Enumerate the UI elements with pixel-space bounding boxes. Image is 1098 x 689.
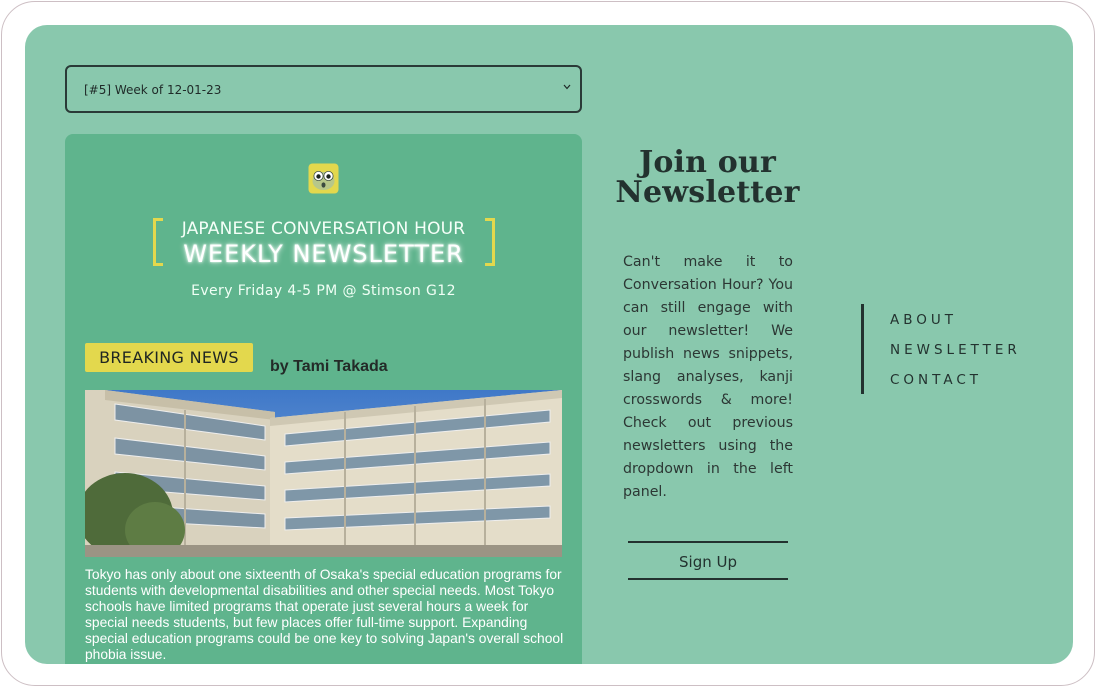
meeting-schedule: Every Friday 4-5 PM @ Stimson G12 bbox=[191, 283, 456, 299]
frog-mascot-icon bbox=[308, 163, 339, 194]
chevron-down-icon bbox=[563, 84, 571, 90]
sign-up-label: Sign Up bbox=[679, 553, 737, 571]
app-container: [#5] Week of 12-01-23 JAPANESE CONVERSAT… bbox=[25, 25, 1073, 664]
breaking-news-label: BREAKING NEWS bbox=[99, 348, 239, 367]
nav-about[interactable]: ABOUT bbox=[890, 312, 957, 328]
breaking-news-badge: BREAKING NEWS bbox=[85, 343, 253, 372]
newsletter-card: JAPANESE CONVERSATION HOUR WEEKLY NEWSLE… bbox=[65, 134, 582, 664]
join-description: Can't make it to Conversation Hour? You … bbox=[623, 254, 793, 500]
issue-dropdown-value: [#5] Week of 12-01-23 bbox=[84, 83, 222, 97]
school-building-photo bbox=[85, 390, 562, 557]
article-body: Tokyo has only about one sixteenth of Os… bbox=[85, 567, 564, 662]
issue-dropdown[interactable]: [#5] Week of 12-01-23 bbox=[65, 65, 582, 113]
join-title: Join our Newsletter bbox=[615, 145, 800, 210]
nav-newsletter[interactable]: NEWSLETTER bbox=[890, 342, 1021, 358]
nav-divider bbox=[861, 304, 864, 394]
newsletter-header-line1: JAPANESE CONVERSATION HOUR bbox=[181, 219, 466, 239]
sign-up-button[interactable]: Sign Up bbox=[628, 541, 788, 580]
article-byline: by Tami Takada bbox=[270, 358, 388, 375]
nav-contact[interactable]: CONTACT bbox=[890, 372, 982, 388]
newsletter-header-line2: WEEKLY NEWSLETTER bbox=[183, 240, 464, 268]
